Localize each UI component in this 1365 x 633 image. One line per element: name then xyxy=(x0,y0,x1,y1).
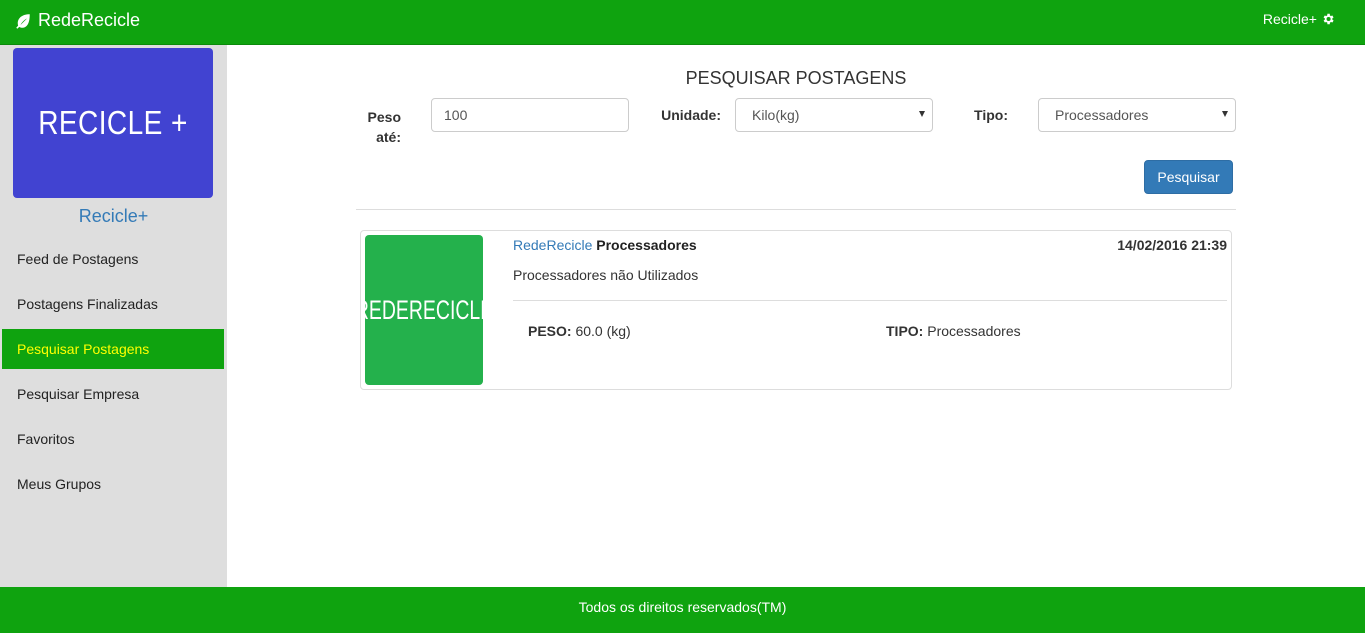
post-peso-value: 60.0 (kg) xyxy=(575,323,631,339)
chevron-down-icon xyxy=(919,111,925,117)
gear-icon xyxy=(1323,13,1334,25)
footer: Todos os direitos reservados(TM) xyxy=(0,587,1365,633)
peso-label-line1: Peso xyxy=(367,109,401,125)
post-peso-label: PESO: xyxy=(528,323,572,339)
profile-image-text: RECICLE + xyxy=(38,104,188,141)
post-peso: PESO: 60.0 (kg) xyxy=(528,323,631,339)
unidade-selected-value: Kilo(kg) xyxy=(752,107,800,123)
sidebar-menu: Feed de Postagens Postagens Finalizadas … xyxy=(2,239,224,509)
post-description: Processadores não Utilizados xyxy=(513,267,699,283)
post-author-link[interactable]: RedeRecicle xyxy=(513,237,592,253)
peso-label-line2: até: xyxy=(376,129,401,145)
top-navbar: RedeRecicle Recicle+ xyxy=(0,0,1365,45)
post-divider xyxy=(513,300,1227,301)
unidade-label: Unidade: xyxy=(661,107,721,123)
user-menu[interactable]: Recicle+ xyxy=(1263,11,1335,27)
chevron-down-icon xyxy=(1222,111,1228,117)
sidebar-item-pesquisar-empresa[interactable]: Pesquisar Empresa xyxy=(2,374,224,414)
footer-text: Todos os direitos reservados(TM) xyxy=(578,599,787,615)
unidade-select[interactable]: Kilo(kg) xyxy=(735,98,933,132)
profile-image: RECICLE + xyxy=(13,48,213,198)
tipo-select[interactable]: Processadores xyxy=(1038,98,1236,132)
post-date: 14/02/2016 21:39 xyxy=(1117,237,1227,253)
post-image-text: REDERECICLE xyxy=(365,294,483,325)
sidebar-item-feed[interactable]: Feed de Postagens xyxy=(2,239,224,279)
profile-name[interactable]: Recicle+ xyxy=(0,206,227,227)
divider xyxy=(356,209,1236,210)
user-label: Recicle+ xyxy=(1262,11,1317,27)
brand-name: RedeRecicle xyxy=(38,10,141,30)
result-card[interactable]: REDERECICLE RedeRecicle Processadores 14… xyxy=(360,230,1232,390)
sidebar-item-favoritos[interactable]: Favoritos xyxy=(2,419,224,459)
post-tipo: TIPO: Processadores xyxy=(886,323,1021,339)
post-tipo-value: Processadores xyxy=(927,323,1021,339)
post-image: REDERECICLE xyxy=(365,235,483,385)
peso-input[interactable] xyxy=(431,98,629,132)
tipo-selected-value: Processadores xyxy=(1055,107,1149,123)
main-content: PESQUISAR POSTAGENS Peso até: Unidade: K… xyxy=(227,45,1365,587)
post-tipo-label: TIPO: xyxy=(886,323,924,339)
post-header: RedeRecicle Processadores xyxy=(513,237,697,253)
sidebar-item-meus-grupos[interactable]: Meus Grupos xyxy=(2,464,224,504)
sidebar-item-pesquisar-postagens[interactable]: Pesquisar Postagens xyxy=(2,329,224,369)
sidebar: RECICLE + Recicle+ Feed de Postagens Pos… xyxy=(0,45,227,587)
sidebar-item-finalizadas[interactable]: Postagens Finalizadas xyxy=(2,284,224,324)
leaf-icon xyxy=(16,13,30,29)
search-button[interactable]: Pesquisar xyxy=(1144,160,1233,194)
tipo-label: Tipo: xyxy=(974,107,1008,123)
peso-label: Peso até: xyxy=(363,107,401,147)
brand-link[interactable]: RedeRecicle xyxy=(14,10,140,31)
page-title: PESQUISAR POSTAGENS xyxy=(685,68,907,88)
post-type-title: Processadores xyxy=(596,237,697,253)
